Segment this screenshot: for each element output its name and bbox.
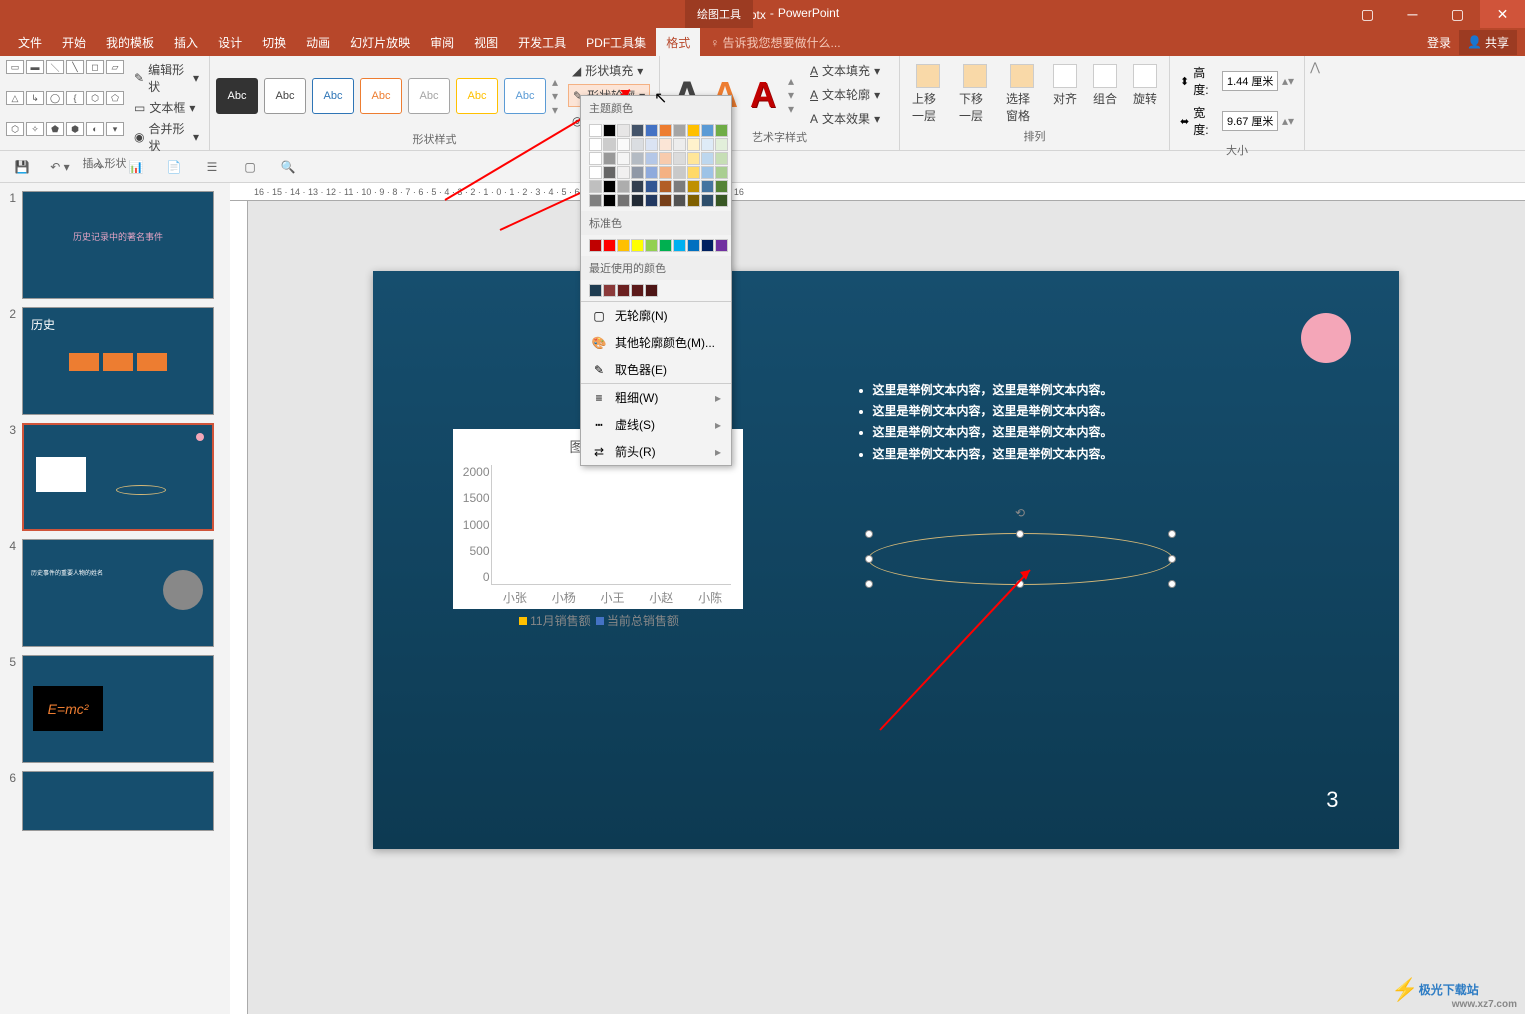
watermark: ⚡极光下载站 www.xz7.com [1345, 967, 1525, 1012]
zoom-icon[interactable]: 🔍 [278, 157, 298, 177]
align-button[interactable]: 对齐 [1047, 60, 1083, 128]
current-slide[interactable]: 这里是举例文本内容，这里是举例文本内容。 这里是举例文本内容，这里是举例文本内容… [373, 271, 1399, 849]
from-beginning-icon[interactable]: ▢ [240, 157, 260, 177]
thumb-2[interactable]: 历史 [22, 307, 214, 415]
weight-option[interactable]: ≡粗细(W)▸ [581, 384, 731, 411]
thumb-1[interactable]: 历史记录中的著名事件 [22, 191, 214, 299]
recent-colors-label: 最近使用的颜色 [581, 256, 731, 280]
tab-slideshow[interactable]: 幻灯片放映 [340, 28, 420, 57]
merge-shapes-button[interactable]: ◉ 合并形状 ▾ [130, 119, 203, 155]
app-name: PowerPoint [778, 6, 839, 23]
tab-file[interactable]: 文件 [8, 28, 52, 57]
chart-x-axis: 小张小杨小王小赵小陈 [491, 589, 735, 606]
title-bar: PPT教程2.pptx - PowerPoint 绘图工具 ▢ ─ ▢ ✕ [0, 0, 1525, 28]
theme-colors-label: 主题颜色 [581, 96, 731, 120]
tab-developer[interactable]: 开发工具 [508, 28, 576, 57]
menu-bar: 文件 开始 我的模板 插入 设计 切换 动画 幻灯片放映 审阅 视图 开发工具 … [0, 28, 1525, 56]
slide-number: 3 [1326, 787, 1338, 813]
tab-transitions[interactable]: 切换 [252, 28, 296, 57]
text-fill-button[interactable]: A 文本填充 ▾ [806, 60, 884, 81]
theme-color-grid[interactable] [581, 120, 731, 211]
recent-color-grid[interactable] [581, 280, 731, 301]
maximize-button[interactable]: ▢ [1435, 0, 1480, 28]
shape-fill-button[interactable]: ◢ 形状填充 ▾ [568, 60, 650, 81]
tab-home[interactable]: 开始 [52, 28, 96, 57]
text-effects-button[interactable]: A 文本效果 ▾ [806, 108, 884, 129]
eyedropper-option[interactable]: ✎取色器(E) [581, 356, 731, 383]
standard-color-grid[interactable] [581, 235, 731, 256]
context-tab-drawing[interactable]: 绘图工具 [685, 0, 753, 28]
send-backward-button[interactable]: 下移一层 [953, 60, 996, 128]
tell-me-search[interactable]: ♀ 告诉我您想要做什么... [700, 28, 850, 57]
width-input[interactable] [1222, 111, 1278, 131]
tab-review[interactable]: 审阅 [420, 28, 464, 57]
thumb-6[interactable] [22, 771, 214, 831]
slide-bullets[interactable]: 这里是举例文本内容，这里是举例文本内容。 这里是举例文本内容，这里是举例文本内容… [853, 381, 1113, 466]
pink-circle-shape[interactable] [1301, 313, 1351, 363]
tab-templates[interactable]: 我的模板 [96, 28, 164, 57]
tab-pdf[interactable]: PDF工具集 [576, 28, 656, 57]
login-link[interactable]: 登录 [1427, 34, 1451, 51]
text-outline-button[interactable]: A 文本轮廓 ▾ [806, 84, 884, 105]
group-size: 大小 [1176, 142, 1298, 160]
slide-editor: 16 · 15 · 14 · 13 · 12 · 11 · 10 · 9 · 8… [230, 183, 1525, 1014]
selected-ellipse[interactable]: ⟲ [868, 533, 1173, 585]
thumb-3[interactable] [22, 423, 214, 531]
workspace: 1历史记录中的著名事件 2历史 3 4历史事件的重要人物的姓名 5E=mc² 6… [0, 183, 1525, 1014]
more-colors-option[interactable]: 🎨其他轮廓颜色(M)... [581, 329, 731, 356]
height-control[interactable]: ⬍ 高度:▴▾ [1180, 64, 1294, 98]
ruler-horizontal: 16 · 15 · 14 · 13 · 12 · 11 · 10 · 9 · 8… [230, 183, 1525, 201]
rotate-handle-icon[interactable]: ⟲ [1015, 506, 1025, 520]
tab-design[interactable]: 设计 [208, 28, 252, 57]
selection-pane-button[interactable]: 选择窗格 [1000, 60, 1043, 128]
arrows-option[interactable]: ⇄箭头(R)▸ [581, 438, 731, 465]
chart-bars [492, 465, 731, 584]
tab-animations[interactable]: 动画 [296, 28, 340, 57]
chart-y-axis: 2000150010005000 [462, 465, 490, 584]
close-button[interactable]: ✕ [1480, 0, 1525, 28]
outline-color-dropdown: 主题颜色 标准色 最近使用的颜色 ▢无轮廓(N) 🎨其他轮廓颜色(M)... ✎… [580, 95, 732, 466]
tab-insert[interactable]: 插入 [164, 28, 208, 57]
no-outline-option[interactable]: ▢无轮廓(N) [581, 302, 731, 329]
rotate-button[interactable]: 旋转 [1127, 60, 1163, 128]
bring-forward-button[interactable]: 上移一层 [906, 60, 949, 128]
ribbon: ▭▬＼╲◻▱ △↳◯{⬡⬠ ⬡✧⬟⬢◐▾ ✎ 编辑形状 ▾ ▭ 文本框 ▾ ◉ … [0, 56, 1525, 151]
edit-shape-button[interactable]: ✎ 编辑形状 ▾ [130, 60, 203, 96]
chart-legend: 11月销售额 当前总销售额 [461, 612, 735, 629]
ruler-vertical [230, 201, 248, 1014]
tab-format[interactable]: 格式 [656, 28, 700, 56]
group-arrange: 排列 [906, 128, 1163, 146]
touch-mode-icon[interactable]: ☰ [202, 157, 222, 177]
slide-thumbnails[interactable]: 1历史记录中的著名事件 2历史 3 4历史事件的重要人物的姓名 5E=mc² 6 [0, 183, 230, 1014]
shape-style-gallery[interactable]: Abc Abc Abc Abc Abc Abc Abc ▴▾▾ [216, 75, 558, 117]
minimize-button[interactable]: ─ [1390, 0, 1435, 28]
group-button[interactable]: 组合 [1087, 60, 1123, 128]
shapes-gallery[interactable]: ▭▬＼╲◻▱ △↳◯{⬡⬠ ⬡✧⬟⬢◐▾ [6, 60, 124, 151]
collapse-ribbon-icon[interactable]: ⋀ [1305, 56, 1325, 150]
thumb-4[interactable]: 历史事件的重要人物的姓名 [22, 539, 214, 647]
tab-view[interactable]: 视图 [464, 28, 508, 57]
standard-colors-label: 标准色 [581, 211, 731, 235]
group-insert-shapes: 插入形状 [6, 155, 203, 173]
width-control[interactable]: ⬌ 宽度:▴▾ [1180, 104, 1294, 138]
text-box-button[interactable]: ▭ 文本框 ▾ [130, 98, 203, 117]
height-input[interactable] [1222, 71, 1278, 91]
thumb-5[interactable]: E=mc² [22, 655, 214, 763]
share-button[interactable]: 👤 共享 [1459, 30, 1517, 55]
ribbon-options-icon[interactable]: ▢ [1345, 0, 1390, 28]
dashes-option[interactable]: ┅虚线(S)▸ [581, 411, 731, 438]
